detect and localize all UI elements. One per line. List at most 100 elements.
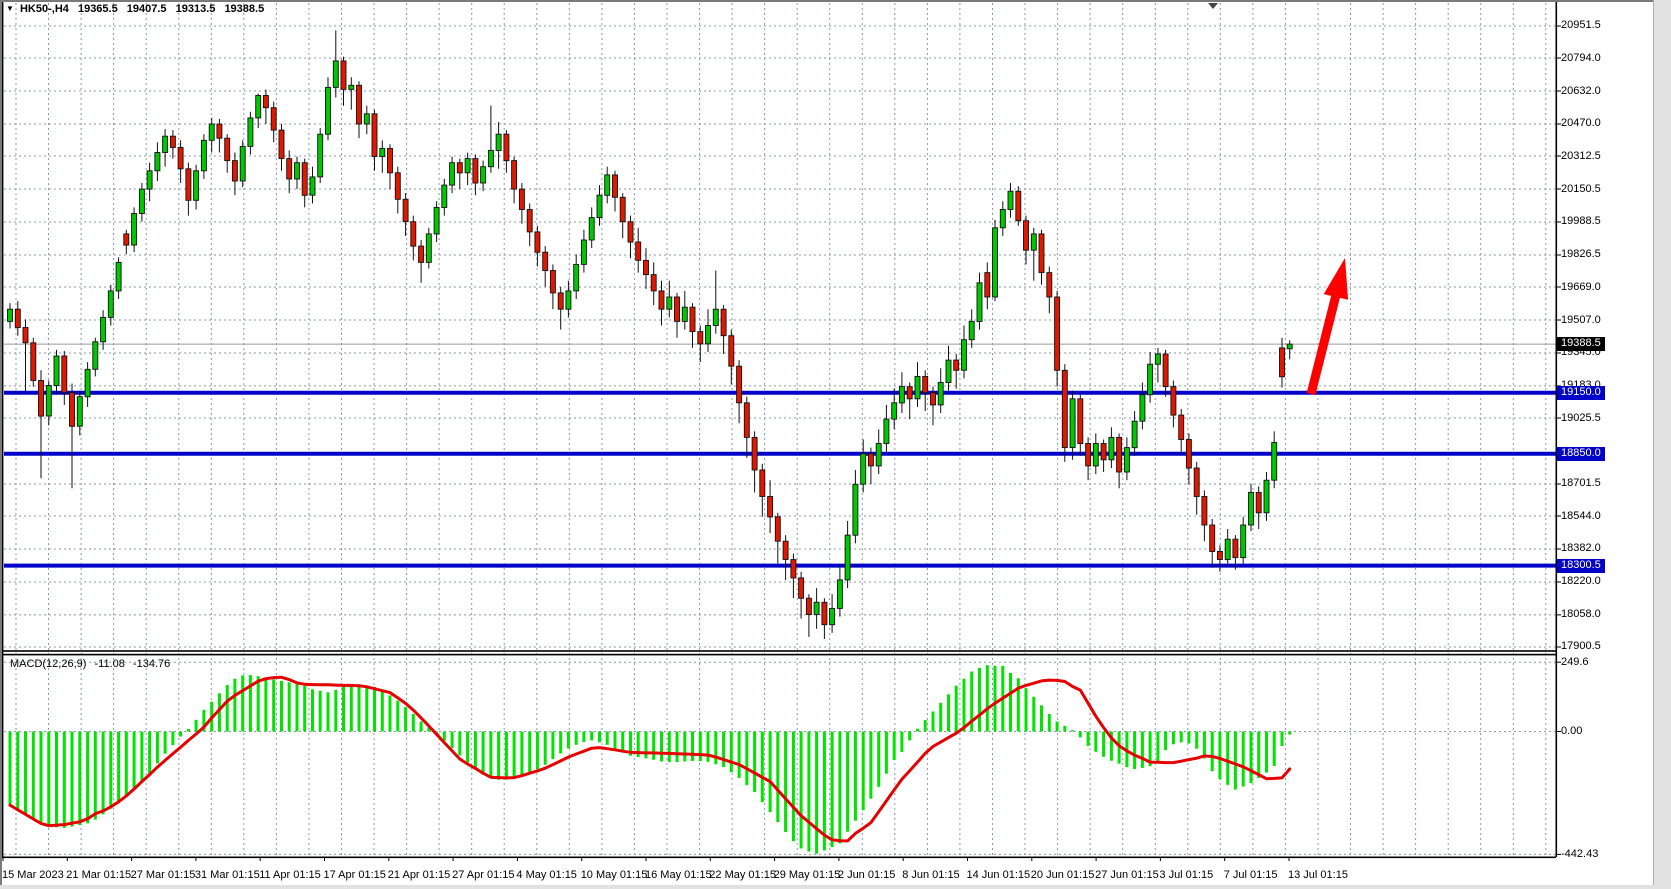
time-tick-label: 17 Apr 01:15 (324, 869, 386, 881)
candle (450, 163, 455, 185)
macd-histogram-bar (978, 668, 981, 732)
candle (1132, 421, 1137, 448)
price-tick-label: 19988.5 (1561, 215, 1601, 228)
candle (729, 336, 734, 367)
candle (155, 153, 160, 171)
candle (426, 234, 431, 263)
candle (1140, 395, 1145, 422)
candle (892, 403, 897, 419)
macd-histogram-bar (900, 732, 903, 753)
macd-histogram-bar (1273, 732, 1276, 766)
candle (1124, 448, 1129, 472)
window-border-left (0, 0, 2, 889)
price-tick-label: 20632.0 (1561, 85, 1601, 98)
chart-window: ▼ HK50-,H4 19365.5 19407.5 19313.5 19388… (0, 0, 1671, 889)
macd-histogram-bar (78, 732, 81, 826)
price-tick-label: 20312.5 (1561, 150, 1601, 163)
candle (318, 134, 323, 177)
candle (496, 134, 501, 150)
macd-histogram-bar (334, 690, 337, 732)
candle (1287, 344, 1292, 349)
candle (993, 228, 998, 297)
macd-tick-label: 0.00 (1561, 725, 1582, 738)
candle (597, 195, 602, 217)
macd-histogram-bar (776, 732, 779, 823)
macd-histogram-bar (621, 732, 624, 753)
candle (566, 291, 571, 309)
candle (457, 163, 462, 173)
candle (139, 189, 144, 213)
candle (636, 242, 641, 260)
candle (1008, 191, 1013, 209)
candle (931, 393, 936, 405)
price-tick-label: 18701.5 (1561, 477, 1601, 490)
macd-histogram-bar (947, 694, 950, 731)
candle (791, 560, 796, 578)
candle (605, 175, 610, 195)
candle (1241, 525, 1246, 558)
macd-histogram-bar (497, 732, 500, 780)
macd-histogram-bar (1281, 732, 1284, 746)
macd-signal-value: -134.76 (133, 658, 170, 670)
candle (558, 293, 563, 309)
candle (682, 307, 687, 321)
macd-histogram-bar (381, 691, 384, 731)
macd-histogram-bar (288, 682, 291, 731)
time-tick-label: 4 May 01:15 (516, 869, 577, 881)
candle (752, 437, 757, 470)
macd-histogram-bar (1087, 732, 1090, 746)
macd-histogram-bar (753, 732, 756, 793)
candle (589, 218, 594, 240)
price-tick-label: 19826.5 (1561, 248, 1601, 261)
macd-histogram-bar (699, 732, 702, 762)
macd-histogram-bar (148, 732, 151, 774)
chart-canvas[interactable] (0, 0, 1671, 889)
panel-separator[interactable] (0, 650, 1556, 652)
candle (985, 273, 990, 297)
candle (178, 147, 183, 168)
macd-histogram-bar (1102, 732, 1105, 757)
candle (899, 387, 904, 403)
candle (1047, 273, 1052, 297)
macd-histogram-bar (986, 665, 989, 731)
macd-histogram-bar (877, 732, 880, 787)
candle (1272, 443, 1277, 481)
macd-histogram-bar (16, 732, 19, 811)
macd-histogram-bar (1226, 732, 1229, 785)
candle (628, 222, 633, 242)
macd-histogram-bar (156, 732, 159, 764)
macd-histogram-bar (807, 732, 810, 852)
candle (248, 118, 253, 146)
candle (512, 161, 517, 190)
candle (853, 484, 858, 535)
macd-histogram-bar (342, 686, 345, 731)
candle (1155, 354, 1160, 364)
candle (519, 189, 524, 209)
macd-histogram-bar (551, 732, 554, 760)
time-tick-label: 8 Jun 01:15 (902, 869, 960, 881)
chart-dropdown-icon[interactable]: ▼ (6, 4, 14, 13)
candle (108, 291, 113, 318)
candle (132, 214, 137, 246)
candle (403, 199, 408, 221)
candle (302, 163, 307, 196)
candle (225, 138, 230, 160)
macd-histogram-bar (869, 732, 872, 799)
candle (969, 321, 974, 339)
window-edge-right (1653, 0, 1671, 889)
candle (535, 232, 540, 252)
candle (186, 169, 191, 201)
candle (201, 140, 206, 171)
macd-histogram-bar (1234, 732, 1237, 790)
macd-histogram-bar (738, 732, 741, 778)
candle (907, 387, 912, 399)
candle (380, 148, 385, 156)
candle (473, 159, 478, 183)
time-tick-label: 27 Mar 01:15 (131, 869, 196, 881)
candle (232, 161, 237, 181)
panel-separator[interactable] (0, 654, 1556, 656)
macd-histogram-bar (40, 732, 43, 822)
candle (1202, 497, 1207, 526)
macd-histogram-bar (955, 686, 958, 732)
candle (651, 275, 656, 291)
